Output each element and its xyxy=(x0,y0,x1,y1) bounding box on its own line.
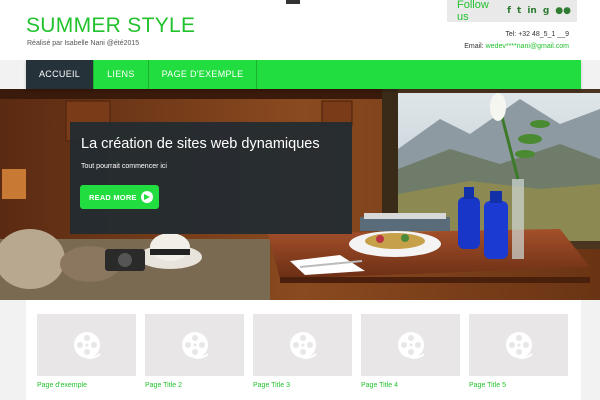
read-more-button[interactable]: READ MORE xyxy=(80,185,159,209)
nav-item-accueil[interactable]: ACCUEIL xyxy=(26,60,95,89)
gallery-title-2[interactable]: Page Title 2 xyxy=(145,382,182,389)
twitter-icon[interactable]: t xyxy=(517,6,521,16)
gallery-thumb-4[interactable] xyxy=(361,314,460,376)
page: SUMMER STYLE Réalisé par Isabelle Nani @… xyxy=(0,0,600,400)
gallery-thumb-1[interactable] xyxy=(37,314,136,376)
email-label: Email: xyxy=(464,43,484,50)
tel-value: +32 48_5_1 __9 xyxy=(518,31,569,38)
nav-item-liens[interactable]: LIENS xyxy=(94,60,149,89)
site-subtitle: Réalisé par Isabelle Nani @été2015 xyxy=(27,40,140,47)
gallery-title-1[interactable]: Page d'exemple xyxy=(37,382,87,389)
header: SUMMER STYLE Réalisé par Isabelle Nani @… xyxy=(0,0,600,60)
contact-email: Email: wedev****nani@gmail.com xyxy=(464,43,569,50)
film-reel-icon xyxy=(505,332,533,359)
arrow-right-circle-icon xyxy=(141,191,153,203)
gallery-title-4[interactable]: Page Title 4 xyxy=(361,382,398,389)
hero-card: La création de sites web dynamiques Tout… xyxy=(70,122,352,234)
gallery-thumb-3[interactable] xyxy=(253,314,352,376)
facebook-icon[interactable]: f xyxy=(507,6,511,16)
gallery-title-5[interactable]: Page Title 5 xyxy=(469,382,506,389)
hero-title: La création de sites web dynamiques xyxy=(81,136,320,152)
gallery-thumb-5[interactable] xyxy=(469,314,568,376)
follow-label: Follow us xyxy=(457,0,489,23)
hero-text: Tout pourrait commencer ici xyxy=(81,163,167,170)
top-handle[interactable] xyxy=(286,0,300,4)
flickr-icon[interactable]: ●● xyxy=(555,6,571,16)
contact-tel: Tel: +32 48_5_1 __9 xyxy=(505,31,569,38)
email-link[interactable]: wedev****nani@gmail.com xyxy=(486,43,569,50)
gallery-thumb-2[interactable] xyxy=(145,314,244,376)
tel-label: Tel: xyxy=(505,31,517,38)
gallery: Page d'exemple Page Title 2 Page Title 3… xyxy=(26,300,581,400)
follow-bar: Follow us f t in g ●● xyxy=(447,0,577,23)
nav-item-page-exemple[interactable]: PAGE D'EXEMPLE xyxy=(149,60,258,89)
film-reel-icon xyxy=(289,332,317,359)
google-plus-icon[interactable]: g xyxy=(543,6,549,16)
film-reel-icon xyxy=(397,332,425,359)
read-more-label: READ MORE xyxy=(89,192,137,202)
site-title[interactable]: SUMMER STYLE xyxy=(26,14,195,38)
linkedin-icon[interactable]: in xyxy=(527,6,537,16)
film-reel-icon xyxy=(73,332,101,359)
main-nav: ACCUEIL LIENS PAGE D'EXEMPLE xyxy=(26,60,581,89)
gallery-title-3[interactable]: Page Title 3 xyxy=(253,382,290,389)
film-reel-icon xyxy=(181,332,209,359)
